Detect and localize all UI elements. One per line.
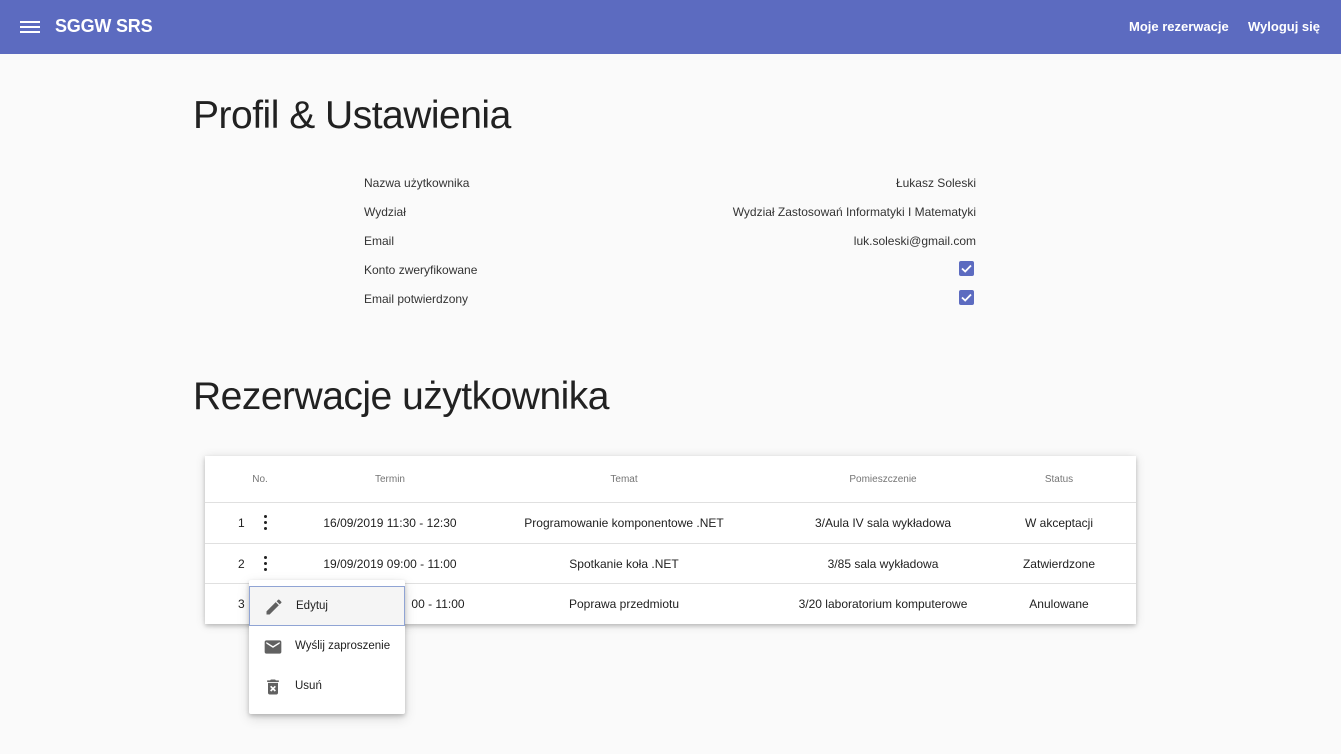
row-number: 3 <box>238 597 245 611</box>
account-verified-checkbox[interactable] <box>959 261 974 276</box>
delete-icon <box>263 677 283 697</box>
column-header-status[interactable]: Status <box>1045 474 1073 485</box>
menu-item-delete[interactable]: Usuń <box>249 667 405 707</box>
row-status: Zatwierdzone <box>1022 557 1096 571</box>
profile-label: Konto zweryfikowane <box>364 263 478 277</box>
profile-label: Nazwa użytkownika <box>364 176 470 190</box>
profile-label: Email <box>364 234 395 248</box>
profile-label: Email potwierdzony <box>364 292 469 306</box>
profile-row-faculty: Wydział Wydział Zastosowań Informatyki I… <box>364 205 976 225</box>
profile-heading: Profil & Ustawienia <box>193 94 511 137</box>
profile-value: luk.soleski@gmail.com <box>853 234 976 248</box>
row-termin: 19/09/2019 09:00 - 11:00 <box>323 557 457 571</box>
profile-row-account-verified: Konto zweryfikowane <box>364 261 976 283</box>
my-reservations-link[interactable]: Moje rezerwacje <box>1129 19 1229 34</box>
row-temat: Programowanie komponentowe .NET <box>524 516 724 530</box>
row-pomieszczenie: 3/85 sala wykładowa <box>827 557 939 571</box>
profile-value: Wydział Zastosowań Informatyki I Matemat… <box>732 205 976 219</box>
logout-link[interactable]: Wyloguj się <box>1248 19 1320 34</box>
profile-row-username: Nazwa użytkownika Łukasz Soleski <box>364 176 976 196</box>
row-termin: 00 - 11:00 <box>411 597 465 611</box>
column-header-temat[interactable]: Temat <box>610 474 637 485</box>
hamburger-menu-icon[interactable] <box>20 18 40 36</box>
row-status: W akceptacji <box>1024 516 1094 530</box>
profile-row-email: Email luk.soleski@gmail.com <box>364 234 976 254</box>
menu-item-label: Usuń <box>295 680 322 692</box>
top-toolbar: SGGW SRS Moje rezerwacje Wyloguj się <box>0 0 1341 54</box>
menu-item-edit[interactable]: Edytuj <box>249 586 405 626</box>
profile-label: Wydział <box>364 205 406 219</box>
table-row[interactable]: 2 19/09/2019 09:00 - 11:00 Spotkanie koł… <box>205 543 1136 584</box>
row-pomieszczenie: 3/20 laboratorium komputerowe <box>798 597 968 611</box>
row-temat: Spotkanie koła .NET <box>569 557 679 571</box>
profile-value: Łukasz Soleski <box>895 176 976 190</box>
column-header-termin[interactable]: Termin <box>375 474 405 485</box>
email-confirmed-checkbox[interactable] <box>959 290 974 305</box>
menu-item-send-invitation[interactable]: Wyślij zaproszenie <box>249 627 405 667</box>
profile-row-email-confirmed: Email potwierdzony <box>364 290 976 312</box>
row-number: 2 <box>238 557 245 571</box>
row-actions-icon[interactable] <box>262 556 268 572</box>
row-actions-icon[interactable] <box>262 515 268 531</box>
pencil-icon <box>264 597 284 617</box>
mail-icon <box>263 637 283 657</box>
row-context-menu: Edytuj Wyślij zaproszenie Usuń <box>249 580 405 714</box>
menu-item-label: Edytuj <box>296 600 328 612</box>
row-status: Anulowane <box>1029 597 1089 611</box>
row-number: 1 <box>238 516 245 530</box>
reservations-heading: Rezerwacje użytkownika <box>193 375 610 418</box>
menu-item-label: Wyślij zaproszenie <box>295 640 391 652</box>
app-title[interactable]: SGGW SRS <box>55 16 153 37</box>
row-pomieszczenie: 3/Aula IV sala wykładowa <box>814 516 952 530</box>
column-header-no[interactable]: No. <box>252 474 268 485</box>
table-row[interactable]: 1 16/09/2019 11:30 - 12:30 Programowanie… <box>205 502 1136 543</box>
row-termin: 16/09/2019 11:30 - 12:30 <box>323 516 457 530</box>
column-header-pomieszczenie[interactable]: Pomieszczenie <box>849 474 916 485</box>
row-temat: Poprawa przedmiotu <box>568 597 680 611</box>
